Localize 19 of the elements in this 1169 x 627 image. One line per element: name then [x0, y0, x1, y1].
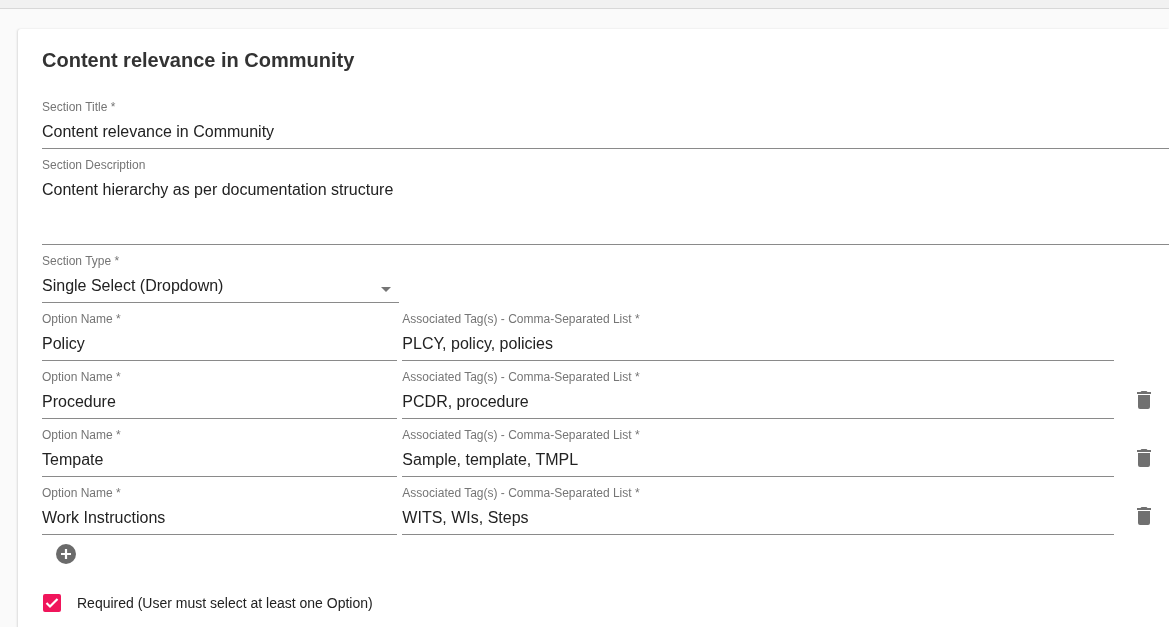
required-checkbox[interactable] [43, 594, 61, 612]
tags-field[interactable]: Associated Tag(s) - Comma-Separated List * PLCY, policy, policies [402, 312, 1115, 361]
tags-field[interactable]: Associated Tag(s) - Comma-Separated List * Sample, template, TMPL [402, 428, 1115, 477]
option-name-field[interactable]: Option Name * Tempate [42, 428, 398, 477]
tags-field[interactable]: Associated Tag(s) - Comma-Separated List * PCDR, procedure [402, 370, 1115, 419]
delete-icon[interactable] [1137, 506, 1152, 525]
delete-icon[interactable] [1137, 448, 1152, 467]
required-label: Required (User must select at least one Option) [77, 595, 373, 611]
section-type-dropdown[interactable]: Section Type * Single Select (Dropdown) [42, 254, 399, 303]
option-name-field[interactable]: Option Name * Policy [42, 312, 398, 361]
option-name-field[interactable]: Option Name * Work Instructions [42, 486, 398, 535]
caret-icon [381, 287, 391, 292]
delete-icon[interactable] [1137, 390, 1152, 409]
section-description-field[interactable]: Section Description Content hierarchy as per documentation structure [42, 158, 1169, 245]
form-heading: Content relevance in Community [42, 49, 356, 72]
section-title-field[interactable]: Section Title * Content relevance in Community [42, 100, 1169, 149]
add-icon[interactable] [56, 544, 76, 564]
tags-field[interactable]: Associated Tag(s) - Comma-Separated List * WITS, WIs, Steps [402, 486, 1115, 535]
option-name-field[interactable]: Option Name * Procedure [42, 370, 398, 419]
